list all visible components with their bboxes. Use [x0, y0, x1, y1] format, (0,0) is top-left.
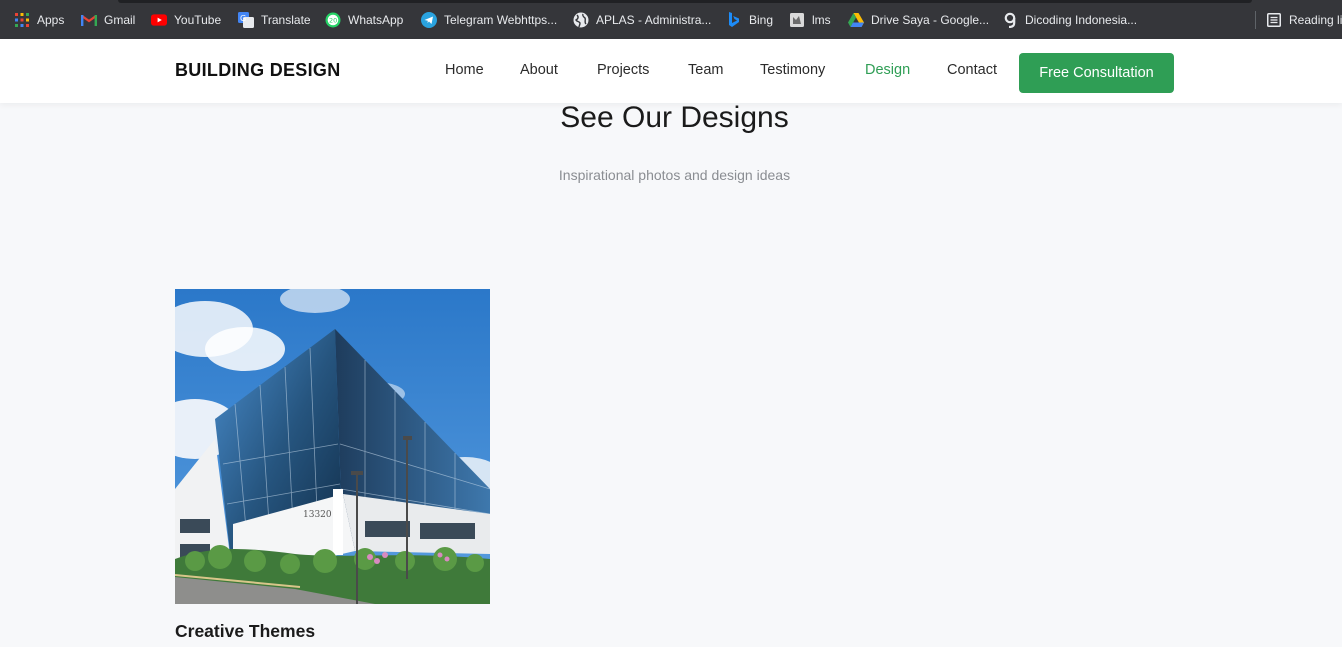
bing-icon: [726, 12, 742, 28]
bookmark-label: lms: [812, 13, 831, 27]
bookmark-label: APLAS - Administra...: [596, 13, 712, 27]
nav-about[interactable]: About: [520, 62, 558, 78]
bookmark-label: WhatsApp: [348, 13, 404, 27]
section-subtitle: Inspirational photos and design ideas: [558, 167, 791, 183]
bookmark-label: Telegram Webhttps...: [444, 13, 558, 27]
bookmark-label: Translate: [261, 13, 311, 27]
google-drive-icon: [848, 12, 864, 28]
whatsapp-badge: 20: [329, 17, 337, 25]
bookmark-drive[interactable]: Drive Saya - Google...: [848, 11, 989, 29]
reading-list-label: Reading li: [1289, 13, 1342, 27]
nav-projects[interactable]: Projects: [597, 62, 649, 78]
bookmark-telegram[interactable]: Telegram Webhttps...: [421, 11, 557, 29]
translate-icon: G: [238, 12, 254, 28]
bookmark-label: Dicoding Indonesia...: [1025, 13, 1138, 27]
svg-text:G: G: [240, 14, 246, 23]
svg-text:13320: 13320: [303, 510, 332, 520]
reading-list-icon: [1266, 12, 1282, 28]
bookmark-label: Drive Saya - Google...: [871, 13, 990, 27]
bookmark-aplas[interactable]: APLAS - Administra...: [573, 11, 711, 29]
bookmark-lms[interactable]: lms: [789, 11, 831, 29]
telegram-icon: [421, 12, 437, 28]
nav-design[interactable]: Design: [865, 62, 910, 78]
building-photo: 13320: [175, 289, 490, 604]
bookmark-gmail[interactable]: Gmail: [81, 11, 135, 29]
dicoding-icon: [1002, 12, 1018, 28]
gmail-icon: [81, 12, 97, 28]
bookmark-dicoding[interactable]: Dicoding Indonesia...: [1002, 11, 1137, 29]
bookmarks-divider: [1255, 11, 1256, 29]
globe-icon: [573, 12, 589, 28]
whatsapp-icon: 20: [325, 12, 341, 28]
reading-list-button[interactable]: Reading li: [1266, 11, 1342, 29]
brand-logo[interactable]: BUILDING DESIGN: [175, 60, 341, 81]
apps-grid-icon: [14, 12, 30, 28]
bookmark-label: Apps: [37, 13, 65, 27]
bookmark-label: Gmail: [104, 13, 136, 27]
free-consultation-button[interactable]: Free Consultation: [1019, 53, 1174, 93]
bookmark-apps[interactable]: Apps: [14, 11, 64, 29]
bookmark-translate[interactable]: G Translate: [238, 11, 311, 29]
bookmark-label: Bing: [749, 13, 774, 27]
design-image[interactable]: 13320: [175, 289, 490, 604]
site-navbar: BUILDING DESIGN Home About Projects Team…: [0, 39, 1342, 103]
bookmark-whatsapp[interactable]: 20 WhatsApp: [325, 11, 403, 29]
nav-contact[interactable]: Contact: [947, 62, 997, 78]
tab-strip-edge: [118, 0, 1252, 3]
nav-testimony[interactable]: Testimony: [760, 62, 825, 78]
bookmark-youtube[interactable]: YouTube: [151, 11, 221, 29]
section-title: See Our Designs: [560, 101, 789, 134]
youtube-icon: [151, 12, 167, 28]
lms-icon: [789, 12, 805, 28]
nav-home[interactable]: Home: [445, 62, 484, 78]
bookmark-bing[interactable]: Bing: [726, 11, 773, 29]
design-card-title[interactable]: Creative Themes: [175, 621, 315, 642]
bookmark-label: YouTube: [174, 13, 222, 27]
bookmarks-bar: Apps Gmail YouTube G Translate 20 WhatsA…: [0, 0, 1342, 39]
nav-team[interactable]: Team: [688, 62, 723, 78]
